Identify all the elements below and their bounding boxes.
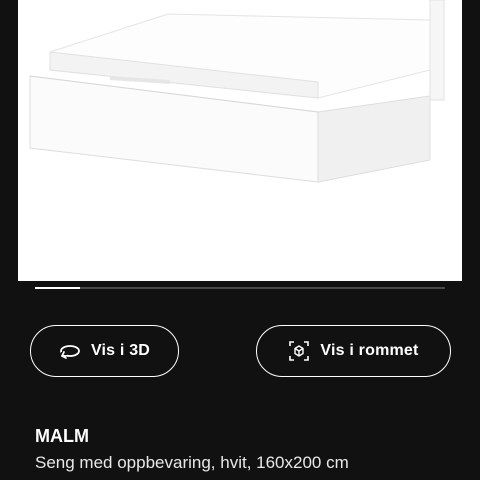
bed-illustration [29, 0, 445, 183]
product-name[interactable]: MALM [35, 426, 89, 447]
view-in-room-label: Vis i rommet [320, 342, 419, 359]
ar-cube-icon [288, 340, 310, 362]
view-3d-button[interactable]: Vis i 3D [30, 325, 179, 377]
view-3d-label: Vis i 3D [90, 342, 151, 359]
image-carousel-progress[interactable] [35, 287, 445, 289]
product-description: Seng med oppbevaring, hvit, 160x200 cm [35, 453, 349, 472]
carousel-progress-fill [35, 287, 81, 289]
rotate-3d-icon [59, 340, 81, 362]
product-image[interactable] [18, 0, 462, 281]
view-in-room-button[interactable]: Vis i rommet [256, 325, 451, 377]
